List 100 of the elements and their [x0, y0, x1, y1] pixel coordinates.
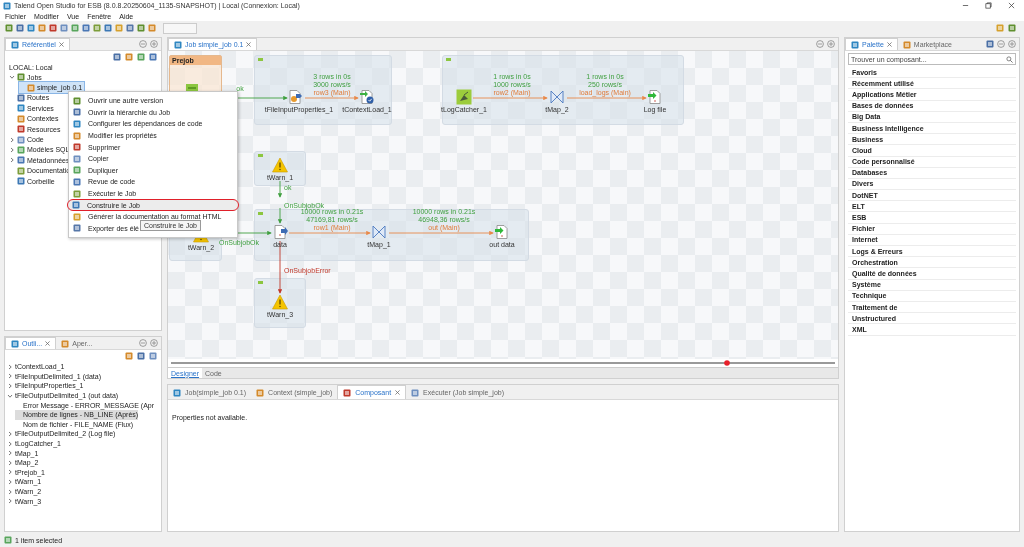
close-icon[interactable]	[1008, 2, 1015, 9]
square-icon	[986, 40, 994, 48]
square-icon	[126, 24, 134, 32]
maximize-icon[interactable]	[1008, 40, 1016, 48]
square-icon	[61, 339, 70, 348]
square-icon	[16, 24, 24, 32]
square-icon	[73, 189, 81, 198]
square-icon	[4, 536, 12, 544]
minimize-icon[interactable]	[997, 40, 1005, 48]
square-icon	[149, 53, 157, 61]
square-icon	[93, 24, 101, 32]
toolbar-button[interactable]	[1008, 24, 1016, 32]
close-icon[interactable]	[45, 341, 51, 346]
file-arrow-icon[interactable]	[494, 224, 510, 240]
square-icon	[125, 53, 133, 61]
square-icon	[73, 108, 81, 117]
file-arrow-icon[interactable]	[647, 89, 663, 105]
toolbar-button[interactable]	[137, 53, 145, 61]
square-icon	[38, 24, 46, 32]
toolbar-button[interactable]	[104, 24, 112, 32]
square-icon	[104, 24, 112, 32]
toolbar-button[interactable]	[93, 24, 101, 32]
square-icon	[113, 53, 121, 61]
square-icon	[27, 83, 35, 92]
square-icon	[11, 40, 19, 49]
square-icon	[343, 388, 352, 397]
square-icon	[125, 352, 133, 360]
file-icon[interactable]	[287, 89, 303, 105]
square-icon	[174, 40, 182, 49]
toolbar-button[interactable]	[82, 24, 90, 32]
toolbar-button[interactable]	[125, 53, 133, 61]
minimize-icon[interactable]	[139, 40, 147, 48]
toolbar-button[interactable]	[27, 24, 35, 32]
toolbar-button[interactable]	[125, 352, 133, 360]
toolbar-button[interactable]	[71, 24, 79, 32]
toolbar-button[interactable]	[137, 352, 145, 360]
square-icon	[82, 24, 90, 32]
toolbar-button[interactable]	[38, 24, 46, 32]
search-icon[interactable]	[1006, 55, 1013, 63]
minimize-icon[interactable]	[139, 339, 147, 347]
square-icon	[996, 24, 1004, 32]
toolbar-button[interactable]	[149, 352, 157, 360]
square-icon	[17, 177, 25, 186]
maximize-icon[interactable]	[150, 339, 158, 347]
square-icon	[5, 24, 13, 32]
square-icon	[411, 388, 420, 397]
square-icon	[902, 40, 911, 49]
square-icon	[851, 40, 859, 49]
square-icon	[73, 224, 81, 233]
square-icon	[11, 339, 19, 348]
square-icon	[148, 24, 156, 32]
file-arrow-icon[interactable]	[272, 224, 288, 240]
file-check-icon[interactable]	[359, 89, 375, 105]
marker-dot-icon	[724, 360, 730, 366]
square-icon	[1008, 24, 1016, 32]
close-icon[interactable]	[58, 42, 64, 47]
close-icon[interactable]	[395, 390, 401, 395]
square-icon	[173, 388, 181, 397]
subjob-box	[254, 151, 306, 186]
bowtie-icon[interactable]	[549, 89, 565, 105]
square-icon	[60, 24, 68, 32]
square-icon	[73, 131, 81, 140]
square-icon	[73, 177, 81, 186]
square-icon	[73, 166, 81, 175]
square-icon	[73, 120, 81, 128]
subjob-box	[254, 278, 306, 328]
square-icon	[73, 96, 81, 105]
toolbar-button[interactable]	[137, 24, 145, 32]
toolbar-button[interactable]	[49, 24, 57, 32]
toolbar-button[interactable]	[60, 24, 68, 32]
toolbar-button[interactable]	[149, 53, 157, 61]
square-icon	[17, 73, 25, 82]
bowtie-icon[interactable]	[371, 224, 387, 240]
toolbar-button[interactable]	[16, 24, 24, 32]
square-icon	[73, 143, 81, 152]
toolbar-button[interactable]	[126, 24, 134, 32]
close-icon[interactable]	[886, 42, 892, 47]
maximize-icon[interactable]	[827, 40, 835, 48]
toolbar-button[interactable]	[148, 24, 156, 32]
warning-icon[interactable]	[272, 294, 288, 310]
toolbar-button[interactable]	[115, 24, 123, 32]
square-icon	[73, 154, 81, 163]
maximize-icon[interactable]	[150, 40, 158, 48]
toolbar-button[interactable]	[996, 24, 1004, 32]
square-icon	[137, 352, 145, 360]
square-icon	[27, 24, 35, 32]
minimize-icon[interactable]	[962, 2, 969, 9]
minimize-icon[interactable]	[816, 40, 824, 48]
square-icon	[137, 24, 145, 32]
square-icon	[137, 53, 145, 61]
warning-icon[interactable]	[272, 157, 288, 173]
close-icon[interactable]	[246, 42, 252, 47]
toolbar-button[interactable]	[5, 24, 13, 32]
square-icon	[49, 24, 57, 32]
square-icon	[149, 352, 157, 360]
square-icon	[256, 388, 265, 397]
square-icon	[72, 201, 80, 210]
square-icon	[73, 212, 81, 221]
toolbar-button[interactable]	[113, 53, 121, 61]
restore-icon[interactable]	[985, 2, 992, 9]
